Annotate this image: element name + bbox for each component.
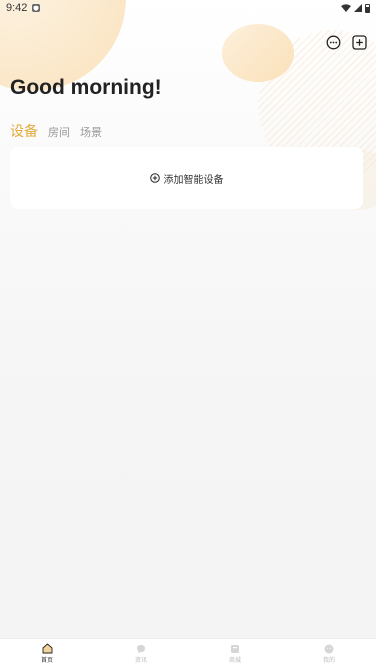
greeting-title: Good morning! <box>10 76 162 99</box>
nav-label-home: 首页 <box>40 658 53 664</box>
chat-icon <box>136 643 147 654</box>
tab-devices[interactable]: 设备 <box>10 121 38 141</box>
add-square-icon[interactable] <box>351 34 367 50</box>
status-time: 9:42 <box>6 2 28 14</box>
status-right <box>341 3 370 13</box>
nav-label-news: 资讯 <box>134 658 147 664</box>
battery-icon <box>365 3 370 13</box>
message-icon[interactable] <box>325 34 341 50</box>
header-actions <box>325 34 367 50</box>
home-screen: 9:42 Good morning! 设备 房间 场景 添加智能设备 首页 资讯… <box>0 0 376 668</box>
bottom-nav: 首页 资讯 商城 我的 <box>0 638 376 668</box>
nav-item-profile[interactable]: 我的 <box>282 639 376 668</box>
shop-icon <box>230 643 241 654</box>
status-bar: 9:42 <box>0 0 376 16</box>
tab-rooms[interactable]: 房间 <box>48 124 70 140</box>
tab-scenes[interactable]: 场景 <box>80 124 102 140</box>
nav-item-shop[interactable]: 商城 <box>188 639 282 668</box>
cellular-signal-icon <box>354 4 362 12</box>
home-icon <box>42 643 53 654</box>
add-device-label: 添加智能设备 <box>163 174 224 186</box>
shield-notification-icon <box>32 4 41 12</box>
nav-item-news[interactable]: 资讯 <box>94 639 188 668</box>
category-tabs: 设备 房间 场景 <box>10 121 102 141</box>
plus-circle-icon <box>149 173 160 183</box>
nav-label-shop: 商城 <box>228 658 241 664</box>
nav-item-home[interactable]: 首页 <box>0 639 94 668</box>
nav-label-profile: 我的 <box>322 658 335 664</box>
wifi-icon <box>341 4 351 12</box>
profile-icon <box>324 643 335 654</box>
decor-circle-middle <box>222 24 294 82</box>
status-left: 9:42 <box>6 2 41 14</box>
add-device-button[interactable]: 添加智能设备 <box>10 147 363 209</box>
